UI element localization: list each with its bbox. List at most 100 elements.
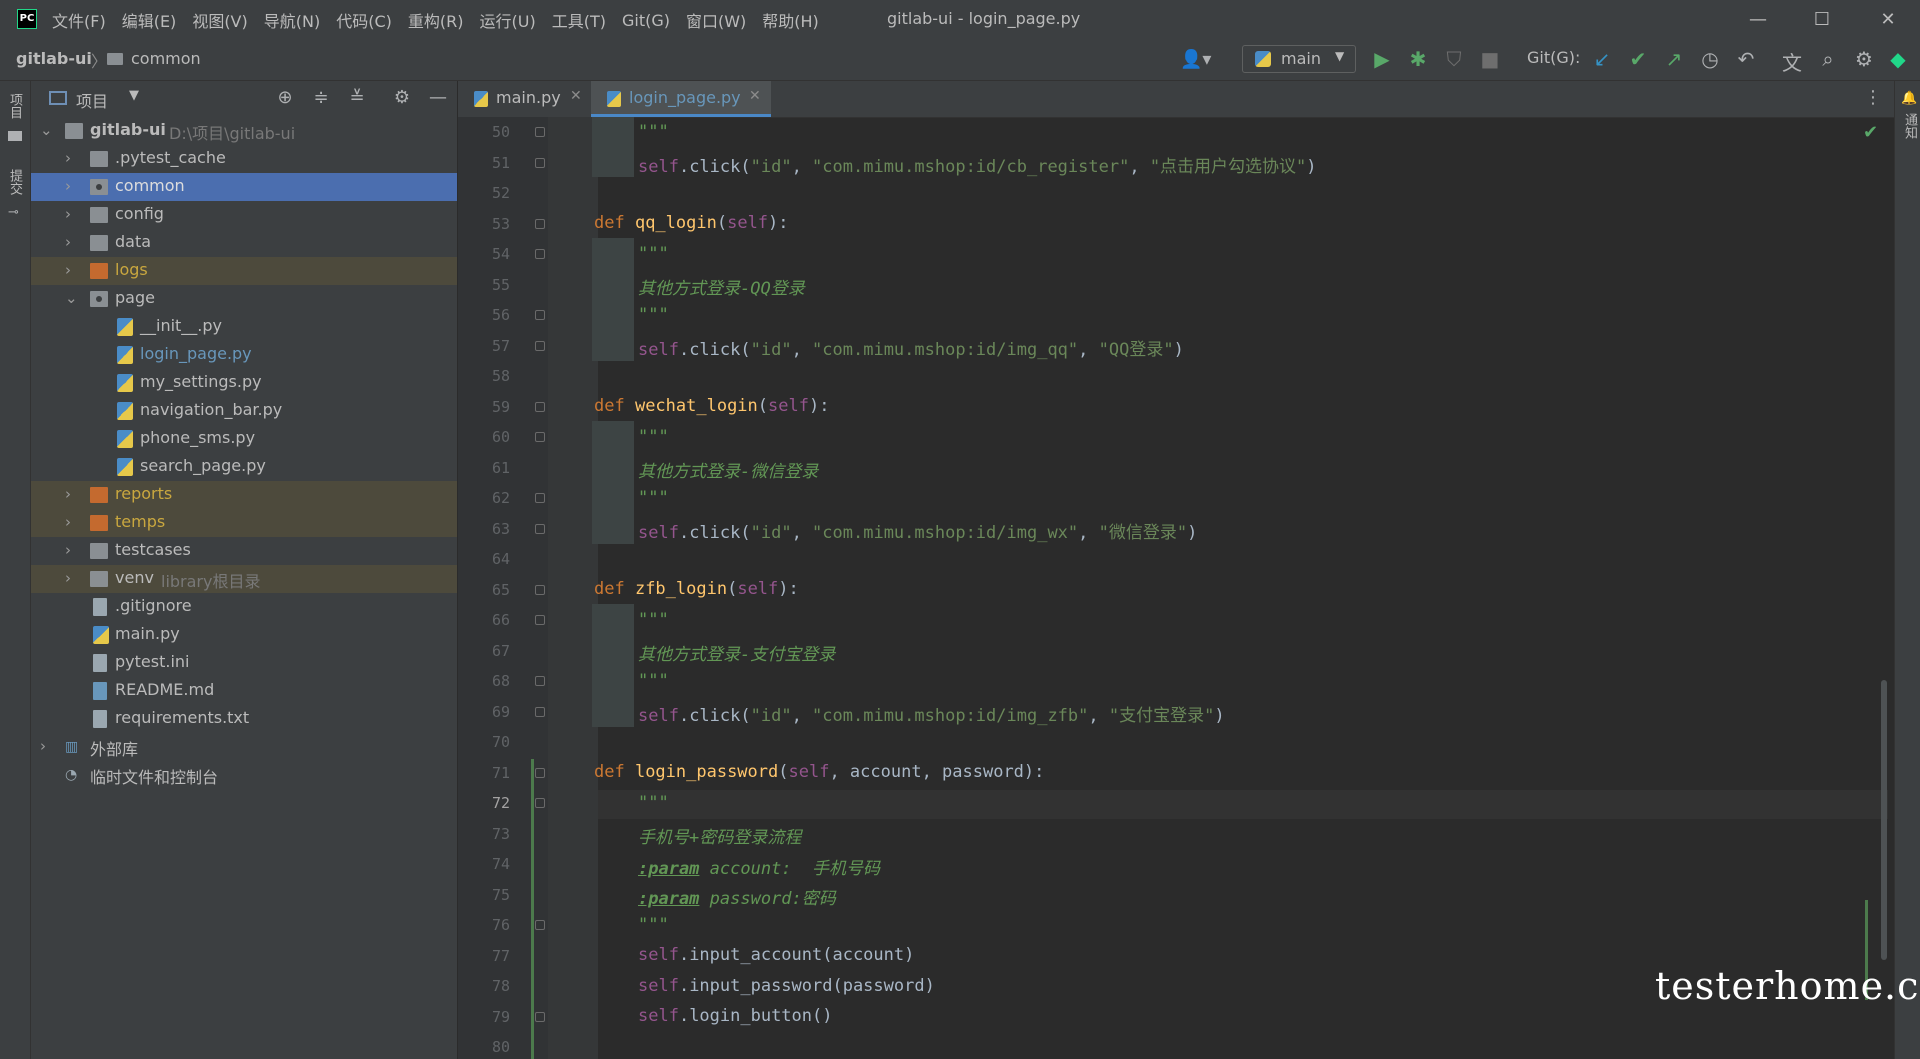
menu-window[interactable]: 窗口(W) [686, 8, 746, 32]
tree-node-gitignore[interactable]: .gitignore [31, 593, 457, 621]
breadcrumb-leaf[interactable]: common [131, 49, 201, 68]
fold-marker-icon[interactable] [535, 402, 545, 412]
chevron-right-icon[interactable]: › [40, 737, 54, 755]
fold-marker-icon[interactable] [535, 524, 545, 534]
menu-run[interactable]: 运行(U) [480, 8, 536, 32]
tree-node-my-settings-py[interactable]: my_settings.py [31, 369, 457, 397]
fold-marker-icon[interactable] [535, 585, 545, 595]
tree-node-common[interactable]: › common [31, 173, 457, 201]
fold-marker-icon[interactable] [535, 676, 545, 686]
debug-icon[interactable]: ✱ [1405, 47, 1431, 71]
menu-refactor[interactable]: 重构(R) [408, 8, 464, 32]
fold-marker-icon[interactable] [535, 768, 545, 778]
menu-code[interactable]: 代码(C) [336, 8, 392, 32]
chevron-right-icon[interactable]: › [65, 541, 79, 559]
chevron-right-icon[interactable]: › [65, 149, 79, 167]
gear-icon[interactable]: ⚙ [391, 87, 413, 108]
tree-node-requirements-txt[interactable]: requirements.txt [31, 705, 457, 733]
tree-node-gitlab-ui[interactable]: ⌄ gitlab-ui D:\项目\gitlab-ui [31, 117, 457, 145]
chevron-down-icon[interactable]: ⌄ [40, 121, 54, 139]
fold-marker-icon[interactable] [535, 432, 545, 442]
tree-node-navigation-bar-py[interactable]: navigation_bar.py [31, 397, 457, 425]
close-icon[interactable]: ✕ [749, 88, 761, 104]
vertical-scrollbar[interactable] [1881, 680, 1887, 960]
tree-node-pytest-ini[interactable]: pytest.ini [31, 649, 457, 677]
translate-icon[interactable]: 文 [1779, 47, 1805, 76]
fold-marker-icon[interactable] [535, 158, 545, 168]
minimize-button[interactable]: — [1740, 6, 1776, 34]
chevron-right-icon[interactable]: › [65, 261, 79, 279]
locate-icon[interactable]: ⊕ [274, 87, 296, 108]
git-update-icon[interactable]: ↙ [1589, 47, 1615, 71]
run-icon[interactable]: ▶ [1369, 47, 1395, 71]
tool-tab-commit[interactable]: 提交 [5, 169, 24, 195]
fold-marker-icon[interactable] [535, 249, 545, 259]
tree-node-logs[interactable]: › logs [31, 257, 457, 285]
chevron-right-icon[interactable]: › [65, 233, 79, 251]
coverage-icon[interactable]: ⛉ [1441, 47, 1467, 71]
menu-help[interactable]: 帮助(H) [762, 8, 819, 32]
tree-node-scratches[interactable]: ◔ 临时文件和控制台 [31, 761, 457, 789]
more-options-icon[interactable]: ⋮ [1864, 87, 1882, 108]
tree-node-init-py[interactable]: __init__.py [31, 313, 457, 341]
tab-main-py[interactable]: main.py ✕ [458, 81, 590, 117]
menu-git[interactable]: Git(G) [622, 11, 670, 30]
code-editor[interactable]: """ self.click("id", "com.mimu.mshop:id/… [588, 117, 1888, 1059]
chevron-right-icon[interactable]: › [65, 569, 79, 587]
fold-marker-icon[interactable] [535, 219, 545, 229]
tree-node-login-page-py[interactable]: login_page.py [31, 341, 457, 369]
fold-marker-icon[interactable] [535, 310, 545, 320]
chevron-right-icon[interactable]: › [65, 513, 79, 531]
maximize-button[interactable]: ☐ [1804, 6, 1840, 34]
close-icon[interactable]: ✕ [570, 88, 582, 104]
tab-login-page-py[interactable]: login_page.py ✕ [591, 81, 771, 117]
chevron-right-icon[interactable]: › [65, 177, 79, 195]
fold-marker-icon[interactable] [535, 615, 545, 625]
menu-navigate[interactable]: 导航(N) [264, 8, 320, 32]
chevron-right-icon[interactable]: › [65, 485, 79, 503]
fold-marker-icon[interactable] [535, 493, 545, 503]
tool-tab-notifications[interactable]: 通知 [1900, 113, 1919, 139]
inspection-ok-icon[interactable]: ✔ [1863, 122, 1878, 143]
fold-marker-icon[interactable] [535, 920, 545, 930]
tree-node-page[interactable]: ⌄ page [31, 285, 457, 313]
tree-node-readme-md[interactable]: README.md [31, 677, 457, 705]
gear-icon[interactable]: ⚙ [1851, 47, 1877, 71]
tree-node-testcases[interactable]: › testcases [31, 537, 457, 565]
tree-node-search-page-py[interactable]: search_page.py [31, 453, 457, 481]
rollback-icon[interactable]: ↶ [1733, 47, 1759, 71]
tree-node-main-py[interactable]: main.py [31, 621, 457, 649]
plugin-icon[interactable]: ◆ [1885, 47, 1911, 71]
tree-node-data[interactable]: › data [31, 229, 457, 257]
menu-file[interactable]: 文件(F) [52, 8, 106, 32]
collapse-all-icon[interactable]: ≚ [346, 87, 368, 108]
search-icon[interactable]: ⌕ [1815, 47, 1841, 71]
history-icon[interactable]: ◷ [1697, 47, 1723, 71]
breadcrumb-root[interactable]: gitlab-ui [16, 49, 92, 68]
tree-node-external-libraries[interactable]: › ▥ 外部库 [31, 733, 457, 761]
expand-all-icon[interactable]: ≑ [310, 87, 332, 108]
menu-edit[interactable]: 编辑(E) [122, 8, 177, 32]
stop-icon[interactable]: ■ [1477, 47, 1503, 71]
fold-marker-icon[interactable] [535, 341, 545, 351]
menu-view[interactable]: 视图(V) [192, 8, 247, 32]
fold-marker-icon[interactable] [535, 127, 545, 137]
tool-tab-project[interactable]: 项目 [5, 93, 24, 119]
close-window-button[interactable]: ✕ [1870, 6, 1906, 34]
user-icon[interactable]: 👤▾ [1180, 49, 1211, 70]
fold-marker-icon[interactable] [535, 1012, 545, 1022]
git-commit-icon[interactable]: ✔ [1625, 47, 1651, 71]
fold-marker-icon[interactable] [535, 707, 545, 717]
tree-node-reports[interactable]: › reports [31, 481, 457, 509]
tree-node-pytest-cache[interactable]: › .pytest_cache [31, 145, 457, 173]
tree-node-temps[interactable]: › temps [31, 509, 457, 537]
run-config-selector[interactable]: main ▼ [1242, 45, 1356, 73]
tree-node-config[interactable]: › config [31, 201, 457, 229]
fold-marker-icon[interactable] [535, 798, 545, 808]
chevron-down-icon[interactable]: ⌄ [65, 289, 79, 307]
hide-icon[interactable]: — [427, 87, 449, 108]
tree-node-venv[interactable]: › venv library根目录 [31, 565, 457, 593]
project-panel-title[interactable]: 项目 [76, 88, 108, 112]
tree-node-phone-sms-py[interactable]: phone_sms.py [31, 425, 457, 453]
chevron-right-icon[interactable]: › [65, 205, 79, 223]
